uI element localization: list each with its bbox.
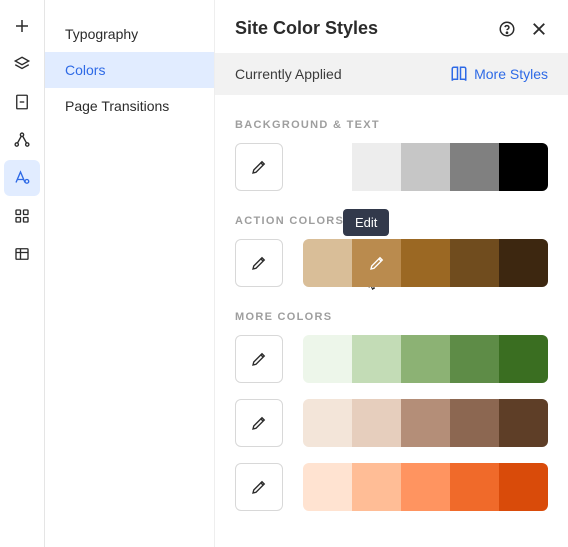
- color-swatch[interactable]: [303, 335, 352, 383]
- layers-icon[interactable]: [4, 46, 40, 82]
- color-row: [235, 463, 548, 511]
- groups-container: BACKGROUND & TEXTACTION COLORSEditMORE C…: [215, 95, 568, 547]
- color-swatch[interactable]: [499, 143, 548, 191]
- sidenav-colors[interactable]: Colors: [45, 52, 214, 88]
- color-swatch[interactable]: [499, 463, 548, 511]
- color-swatch[interactable]: [303, 463, 352, 511]
- color-swatch[interactable]: [352, 143, 401, 191]
- color-row: Edit: [235, 239, 548, 287]
- color-row: [235, 399, 548, 447]
- side-nav: Typography Colors Page Transitions: [45, 0, 215, 547]
- applied-label: Currently Applied: [235, 66, 342, 82]
- color-swatch[interactable]: [401, 239, 450, 287]
- sidenav-item-label: Colors: [65, 62, 105, 78]
- swatch-strip: [303, 335, 548, 383]
- pencil-icon: [250, 478, 268, 496]
- color-swatch[interactable]: [303, 143, 352, 191]
- group-label: BACKGROUND & TEXT: [235, 119, 548, 131]
- color-swatch[interactable]: [352, 463, 401, 511]
- applied-bar: Currently Applied More Styles: [215, 53, 568, 95]
- sidenav-item-label: Typography: [65, 26, 138, 42]
- styles-icon[interactable]: [4, 160, 40, 196]
- color-swatch[interactable]: [450, 399, 499, 447]
- color-swatch[interactable]: [401, 463, 450, 511]
- sidenav-page-transitions[interactable]: Page Transitions: [45, 88, 214, 124]
- color-swatch[interactable]: [450, 335, 499, 383]
- panel-header: Site Color Styles: [215, 0, 568, 53]
- group-more-colors: MORE COLORS: [235, 311, 548, 511]
- color-row: [235, 335, 548, 383]
- color-swatch[interactable]: [401, 335, 450, 383]
- group-label: MORE COLORS: [235, 311, 548, 323]
- pencil-icon: [352, 239, 401, 287]
- color-swatch[interactable]: [352, 335, 401, 383]
- edit-tooltip: Edit: [343, 209, 389, 236]
- left-rail: [0, 0, 45, 547]
- connections-icon[interactable]: [4, 122, 40, 158]
- more-styles-label: More Styles: [474, 66, 548, 82]
- color-swatch[interactable]: [499, 239, 548, 287]
- page-icon[interactable]: [4, 84, 40, 120]
- color-swatch[interactable]: [303, 399, 352, 447]
- group-background-text: BACKGROUND & TEXT: [235, 119, 548, 191]
- help-icon[interactable]: [498, 20, 516, 38]
- group-action-colors: ACTION COLORS Edit: [235, 215, 548, 287]
- pencil-icon: [250, 414, 268, 432]
- sidenav-typography[interactable]: Typography: [45, 16, 214, 52]
- edit-row-button[interactable]: [235, 143, 283, 191]
- panel-header-actions: [498, 20, 548, 38]
- pencil-icon: [250, 254, 268, 272]
- apps-grid-icon[interactable]: [4, 198, 40, 234]
- swatch-strip: [303, 463, 548, 511]
- color-swatch[interactable]: [450, 239, 499, 287]
- edit-row-button[interactable]: [235, 399, 283, 447]
- color-swatch[interactable]: [450, 143, 499, 191]
- color-swatch[interactable]: [352, 399, 401, 447]
- panel: Site Color Styles Currently Applied More…: [215, 0, 568, 547]
- color-swatch[interactable]: [303, 239, 352, 287]
- color-swatch[interactable]: [401, 143, 450, 191]
- color-swatch[interactable]: [499, 335, 548, 383]
- color-swatch[interactable]: [352, 239, 401, 287]
- color-row: [235, 143, 548, 191]
- swatch-strip: [303, 399, 548, 447]
- color-swatch[interactable]: [499, 399, 548, 447]
- edit-row-button[interactable]: [235, 335, 283, 383]
- panel-title: Site Color Styles: [235, 18, 378, 39]
- table-icon[interactable]: [4, 236, 40, 272]
- swatch-strip: [303, 143, 548, 191]
- add-icon[interactable]: [4, 8, 40, 44]
- pencil-icon: [250, 350, 268, 368]
- more-styles-link[interactable]: More Styles: [450, 65, 548, 83]
- color-swatch[interactable]: [450, 463, 499, 511]
- book-icon: [450, 65, 468, 83]
- swatch-strip: [303, 239, 548, 287]
- edit-row-button[interactable]: [235, 463, 283, 511]
- group-label: ACTION COLORS: [235, 215, 548, 227]
- pencil-icon: [250, 158, 268, 176]
- edit-row-button[interactable]: [235, 239, 283, 287]
- close-icon[interactable]: [530, 20, 548, 38]
- sidenav-item-label: Page Transitions: [65, 98, 169, 114]
- color-swatch[interactable]: [401, 399, 450, 447]
